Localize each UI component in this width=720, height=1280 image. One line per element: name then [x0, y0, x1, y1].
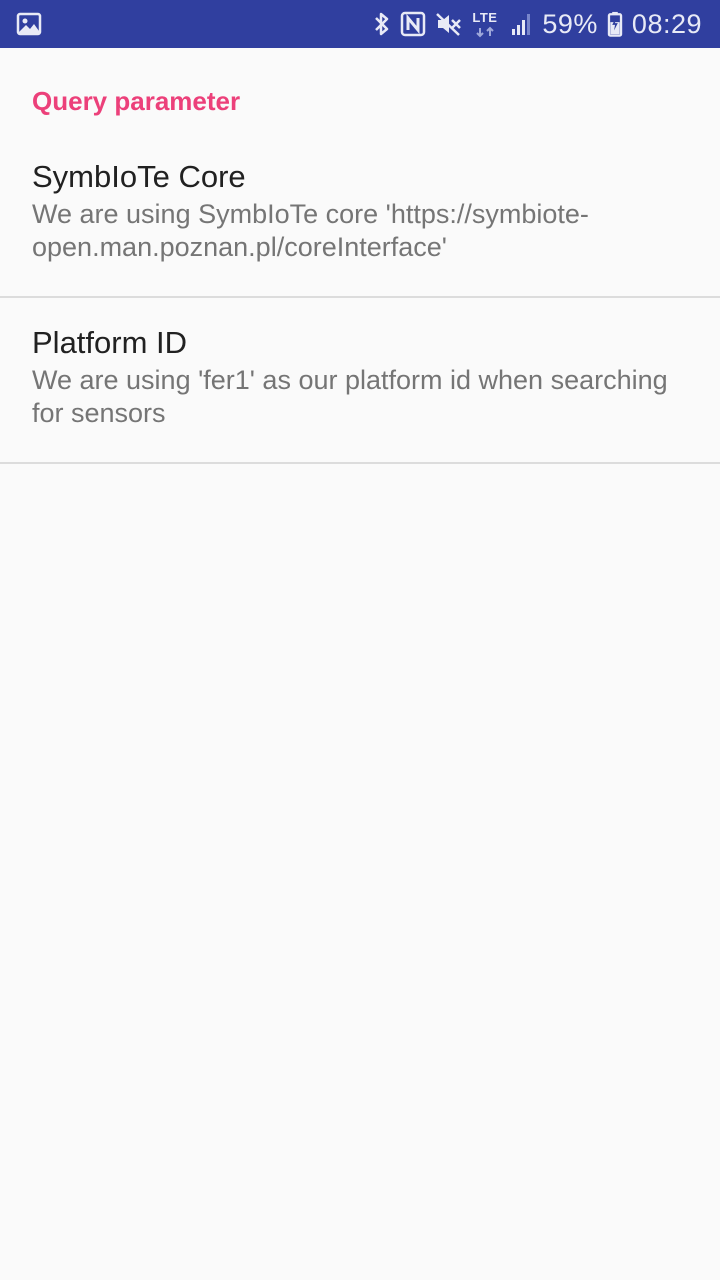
bluetooth-icon	[375, 12, 389, 36]
preference-platform-id[interactable]: Platform ID We are using 'fer1' as our p…	[0, 298, 720, 464]
lte-icon: LTE	[472, 9, 502, 39]
signal-icon	[512, 14, 531, 35]
status-bar: LTE 59% 08:29	[0, 0, 720, 48]
preference-category-title: Query parameter	[32, 86, 241, 116]
preference-summary: We are using SymbIoTe core 'https://symb…	[32, 199, 589, 262]
image-notification-icon	[16, 12, 42, 36]
preference-title: Platform ID	[32, 325, 188, 360]
preference-summary: We are using 'fer1' as our platform id w…	[32, 365, 668, 428]
preference-symbiote-core[interactable]: SymbIoTe Core We are using SymbIoTe core…	[0, 128, 720, 298]
preference-title: SymbIoTe Core	[32, 159, 246, 194]
status-icons: LTE 59% 08:29	[373, 0, 702, 48]
mute-icon	[436, 13, 462, 36]
nfc-icon	[401, 11, 426, 37]
battery-percent: 59%	[542, 9, 598, 39]
battery-icon	[607, 11, 623, 37]
settings-screen: Query parameter SymbIoTe Core We are usi…	[0, 48, 720, 464]
clock: 08:29	[631, 9, 702, 39]
